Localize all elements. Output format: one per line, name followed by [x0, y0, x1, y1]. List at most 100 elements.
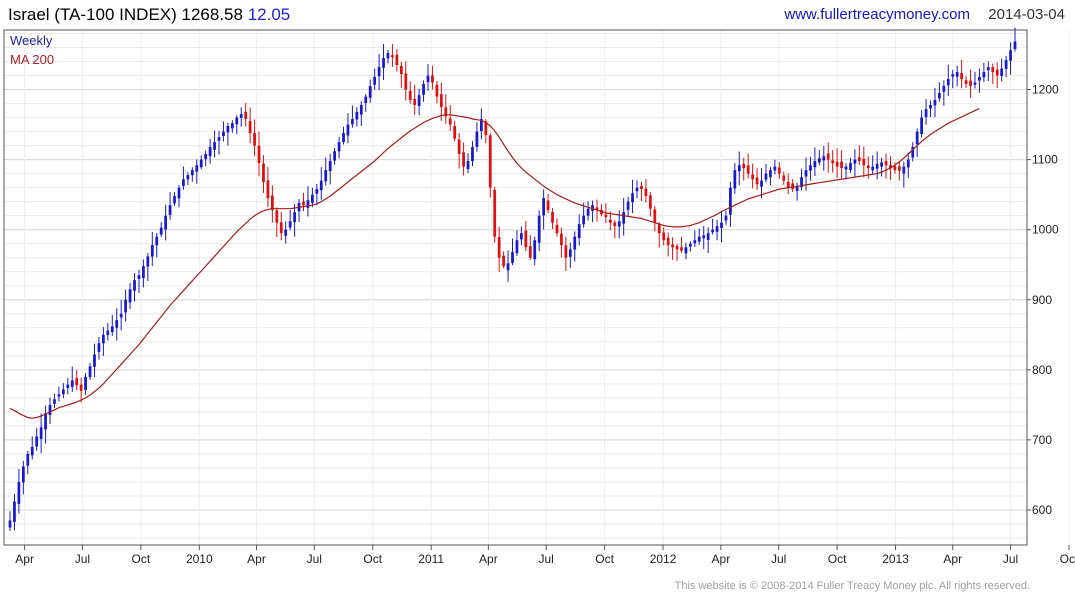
candle-body [551, 212, 554, 223]
candle-body [270, 195, 274, 211]
candle-up [568, 242, 572, 269]
x-tick-label: 2012 [650, 552, 677, 566]
candle-body [711, 229, 714, 233]
candle-up [626, 196, 630, 216]
candle-body [973, 82, 977, 85]
candle-body [44, 413, 47, 430]
candle-up [577, 214, 581, 246]
candle-body [168, 205, 172, 215]
candle-body [293, 212, 296, 223]
candle-body [688, 243, 692, 247]
candle-body [862, 158, 866, 166]
candle-down [666, 232, 670, 257]
candle-up [177, 185, 181, 208]
candle-body [840, 161, 843, 169]
candle-down [746, 153, 750, 179]
candle-body [573, 236, 577, 250]
candle-up [466, 153, 470, 174]
y-tick-label: 1100 [1032, 153, 1058, 167]
candle-up [911, 142, 915, 162]
candle-up [773, 159, 777, 175]
candle-up [844, 163, 848, 180]
candle-body [946, 79, 950, 86]
copyright-notice: This website is © 2008-2014 Fuller Treac… [674, 580, 1030, 592]
candle-down [680, 236, 683, 253]
candle-down [826, 142, 830, 173]
candle-down [253, 119, 256, 157]
candle-down [302, 192, 305, 212]
candle-body [697, 236, 701, 242]
candle-body [435, 84, 439, 97]
candle-body [119, 313, 123, 318]
candle-up [729, 181, 732, 227]
candle-body [546, 200, 550, 211]
candle-body [671, 244, 674, 248]
candle-body [804, 170, 808, 177]
candle-up [199, 155, 203, 170]
candle-up [17, 468, 21, 514]
candle-body [675, 245, 679, 250]
candle-body [942, 86, 946, 92]
candle-body [244, 111, 248, 119]
candle-body [702, 235, 706, 239]
candle-body [186, 175, 190, 180]
candle-body [831, 160, 835, 164]
candle-up [70, 366, 74, 393]
candle-up [53, 393, 56, 409]
candle-body [933, 100, 937, 106]
candle-up [155, 233, 159, 258]
candle-down [395, 49, 399, 72]
candle-body [760, 180, 763, 187]
candle-up [173, 191, 176, 206]
candle-up [817, 150, 821, 166]
candle-body [662, 232, 666, 241]
candle-body [346, 124, 350, 136]
candle-down [751, 163, 755, 189]
candle-up [822, 145, 826, 171]
price-chart: 600700800900100011001200 Apr Jul Oct 2010 Ap… [3, 27, 1075, 566]
candle-body [893, 166, 897, 171]
candle-down [613, 220, 617, 239]
candle-up [471, 141, 474, 167]
candle-body [248, 121, 252, 133]
candle-body [182, 179, 185, 186]
candle-body [528, 246, 532, 258]
candle-up [288, 210, 292, 231]
y-tick-label: 900 [1032, 293, 1052, 307]
candle-body [448, 118, 452, 125]
candle-body [30, 446, 34, 456]
candle-body [764, 173, 768, 180]
candle-down [991, 63, 995, 84]
candle-down [742, 157, 746, 181]
candle-body [70, 380, 74, 387]
candle-body [1004, 60, 1008, 69]
candle-body [391, 55, 394, 58]
candle-up [88, 363, 92, 380]
candle-body [133, 280, 136, 291]
candle-down [640, 181, 643, 202]
candle-body [53, 399, 56, 404]
candle-up [373, 68, 377, 90]
candle-up [297, 199, 301, 222]
candle-body [995, 69, 999, 76]
candle-up [195, 159, 199, 184]
candle-up [293, 204, 296, 237]
candle-body [657, 224, 661, 234]
candle-body [898, 166, 901, 171]
candle-body [582, 215, 586, 225]
candle-body [471, 147, 474, 162]
candle-up [853, 149, 857, 178]
candle-down [551, 208, 554, 229]
candle-body [142, 266, 145, 279]
candle-body [208, 147, 212, 157]
candle-body [359, 104, 363, 115]
candle-body [315, 189, 319, 194]
candle-up [542, 189, 546, 230]
candle-up [417, 88, 421, 116]
candle-body [128, 289, 132, 303]
x-tick-label: Apr [479, 552, 498, 566]
candle-up [693, 230, 697, 247]
candle-body [488, 135, 492, 188]
candle-down [840, 150, 843, 180]
candle-up [124, 289, 127, 322]
